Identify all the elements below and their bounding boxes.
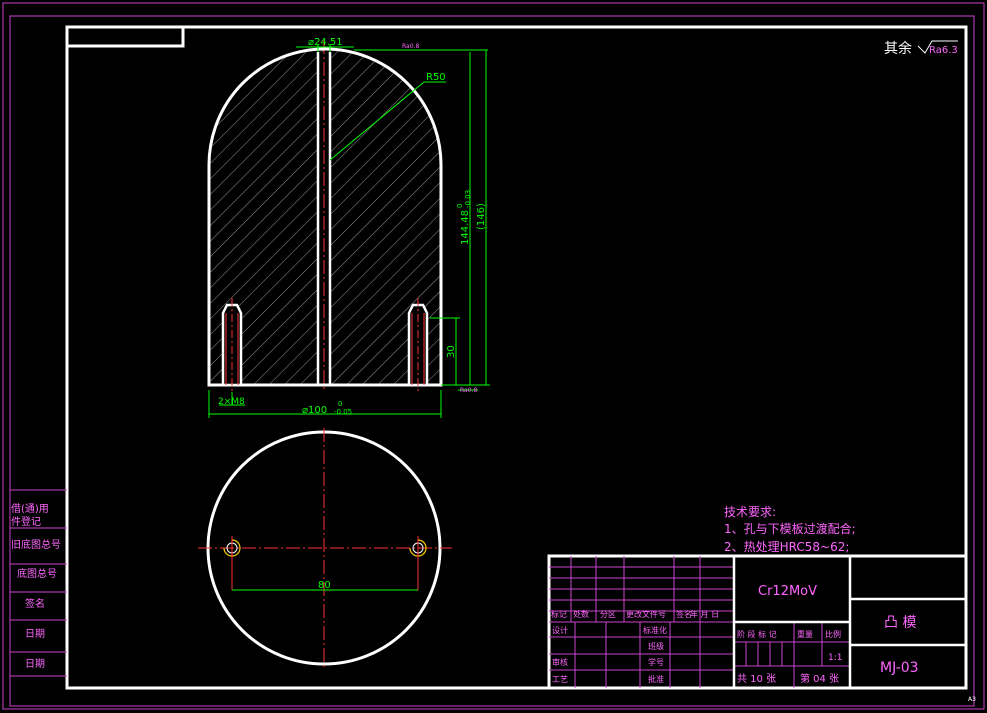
label-approve: 批准 <box>648 674 664 684</box>
dim-radius: R50 <box>426 72 446 83</box>
stage-header-1: 阶 段 标 记 <box>737 629 777 639</box>
tapped-hole-left <box>221 298 243 392</box>
label-process: 工艺 <box>552 675 568 684</box>
header-col-4: 更改文件号 <box>626 609 666 619</box>
dim-hole-spacing: 80 <box>318 580 331 591</box>
tech-req-item-2: 2、热处理HRC58~62; <box>724 540 849 554</box>
scale-value: 1:1 <box>828 653 842 663</box>
header-col-6: 年 月 日 <box>690 609 719 619</box>
sheet-outer-border <box>2 2 985 710</box>
label-class: 班级 <box>648 641 664 651</box>
side-label-6: 日期 <box>25 628 45 640</box>
tapped-hole-right <box>407 298 429 392</box>
part-name: 凸 模 <box>884 615 916 631</box>
label-design: 设计 <box>552 625 568 635</box>
dim-base-tol-upper: 0 <box>338 400 342 408</box>
front-section-view <box>207 40 443 392</box>
tech-req-title: 技术要求: <box>724 505 776 519</box>
hole-mark-left <box>223 536 241 590</box>
header-col-1: 标记 <box>551 609 567 619</box>
dim-top-diameter: ⌀24.51 <box>308 37 343 48</box>
dim-depth-group: 30 <box>446 345 457 358</box>
label-standardization: 标准化 <box>643 625 667 635</box>
sheets-total: 共 10 张 <box>737 673 776 685</box>
stage-header-2: 重量 <box>797 629 813 639</box>
dim-height-ref-group: (146) <box>476 203 487 230</box>
dim-base-tol-lower: -0.05 <box>334 408 352 416</box>
sheet-size-mark: A3 <box>968 696 976 703</box>
dim-hole-depth: 30 <box>446 345 457 358</box>
dim-height-group: 144.48 0 -0.03 <box>456 190 472 245</box>
side-label-1: 借(通)用 <box>11 503 49 515</box>
dim-thread: 2×M8 <box>218 397 245 407</box>
dim-height-tol-lower: -0.03 <box>464 190 472 208</box>
header-col-3: 分区 <box>600 610 616 619</box>
dim-height-ref: (146) <box>476 203 487 230</box>
hole-mark-right <box>409 536 427 590</box>
tech-req-item-1: 1、孔与下模板过渡配合; <box>724 521 856 536</box>
sheet-number: 第 04 张 <box>800 672 839 685</box>
drawing-frame <box>65 25 968 690</box>
drawing-number: MJ-03 <box>880 660 919 676</box>
side-label-4: 底图总号 <box>17 567 57 580</box>
finish-top: Ra0.8 <box>402 43 419 50</box>
finish-right: Ra0.8 <box>460 387 477 394</box>
dim-height-tol-upper: 0 <box>456 204 464 208</box>
sheet-inner-border <box>9 15 975 707</box>
side-label-7: 日期 <box>25 658 45 670</box>
surface-finish-prefix: 其余 <box>884 40 912 57</box>
material: Cr12MoV <box>758 584 817 599</box>
header-col-2: 处数 <box>573 609 589 619</box>
label-student-no: 学号 <box>648 657 664 667</box>
dim-height: 144.48 <box>460 210 471 245</box>
label-review: 审核 <box>552 657 568 667</box>
dim-base-diameter: ⌀100 <box>302 405 327 416</box>
side-label-5: 签名 <box>25 597 45 610</box>
surface-finish-value: Ra6.3 <box>929 45 958 56</box>
stage-header-3: 比例 <box>825 629 841 639</box>
side-label-3: 旧底图总号 <box>11 538 61 551</box>
side-label-2: 件登记 <box>11 515 41 528</box>
top-view: 80 <box>198 428 452 670</box>
cad-drawing: 其余 Ra6.3 ⌀24.51 Ra0.8 R50 144.48 0 -0.03… <box>2 2 985 710</box>
corner-box <box>67 27 185 48</box>
